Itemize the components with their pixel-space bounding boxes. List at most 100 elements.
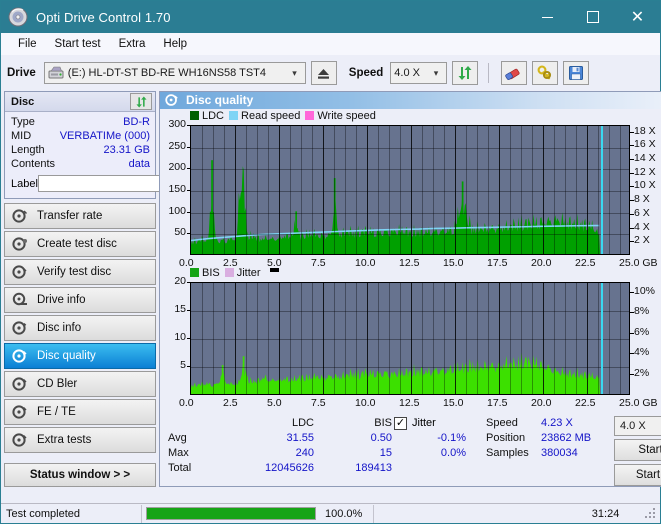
menu-file[interactable]: File xyxy=(9,35,46,53)
sidebar-item-drive-info[interactable]: Drive info xyxy=(4,287,156,313)
sidebar-label: Create test disc xyxy=(37,238,117,250)
samples-key: Samples xyxy=(486,446,541,461)
close-button[interactable]: ✕ xyxy=(615,1,660,33)
menu-help[interactable]: Help xyxy=(154,35,196,53)
chart1-plot-area[interactable] xyxy=(190,125,630,255)
save-button[interactable] xyxy=(563,61,589,85)
window-controls: ✕ xyxy=(525,1,660,33)
y2-axis-tick xyxy=(630,173,634,174)
jitter-value-2: 0.0% xyxy=(394,446,466,461)
y2-axis-tick-label: 16 X xyxy=(634,138,656,150)
stats-right-area: ✓ Jitter -0.1% 0.0% Speed 4.23 X Positio… xyxy=(394,416,661,486)
sidebar-label: Drive info xyxy=(37,294,86,306)
start-full-button[interactable]: Start full xyxy=(614,439,661,461)
info-row-position: Position 23862 MB xyxy=(486,431,614,446)
y2-axis-tick-label: 6% xyxy=(634,326,649,338)
legend-label: Write speed xyxy=(317,110,376,122)
sidebar-item-disc-info[interactable]: Disc info xyxy=(4,315,156,341)
stats-row-avg: Avg 31.55 0.50 xyxy=(168,431,394,446)
drive-icon xyxy=(48,66,64,80)
start-part-button[interactable]: Start part xyxy=(614,464,661,486)
grid-line xyxy=(191,311,629,312)
jitter-label: Jitter xyxy=(412,416,436,431)
y-axis-tick-label: 5 xyxy=(160,359,186,371)
test-speed-select[interactable]: 4.0 X ▾ xyxy=(614,416,661,436)
minimize-button[interactable] xyxy=(525,1,570,33)
legend-swatch xyxy=(225,268,234,277)
menu-extra[interactable]: Extra xyxy=(110,35,155,53)
legend-jitter: Jitter xyxy=(225,267,261,279)
y2-axis-tick-label: 6 X xyxy=(634,207,650,219)
refresh-button[interactable] xyxy=(452,61,478,85)
elapsed-time: 31:24 xyxy=(374,504,624,524)
speed-select[interactable]: 4.0 X ▾ xyxy=(390,62,447,84)
disc-label-caption: Label xyxy=(11,178,38,190)
grid-line xyxy=(191,148,629,149)
grid-line xyxy=(202,283,203,394)
disc-verify-icon xyxy=(12,264,28,280)
y2-axis-tick xyxy=(630,312,634,313)
x-axis-tick-label: 20.0 xyxy=(531,397,551,409)
y2-axis-tick-label: 8% xyxy=(634,305,649,317)
menu-start-test[interactable]: Start test xyxy=(46,35,110,53)
grid-line xyxy=(565,283,566,394)
cd-bler-icon xyxy=(12,376,28,392)
y2-axis-tick xyxy=(630,214,634,215)
speed-value: 4.23 X xyxy=(541,416,573,431)
disc-panel-title: Disc xyxy=(11,96,34,108)
eraser-button[interactable] xyxy=(501,61,527,85)
maximize-button[interactable] xyxy=(570,1,615,33)
grid-line xyxy=(191,367,629,368)
keys-button[interactable] xyxy=(532,61,558,85)
jitter-column: ✓ Jitter -0.1% 0.0% xyxy=(394,416,486,486)
grid-line xyxy=(213,283,214,394)
sidebar: Disc Type BD-R MID VERB xyxy=(4,91,156,487)
sidebar-item-transfer-rate[interactable]: Transfer rate xyxy=(4,203,156,229)
stats-ldc-value: 240 xyxy=(226,446,314,461)
sidebar-item-verify-test-disc[interactable]: Verify test disc xyxy=(4,259,156,285)
disc-row-mid: MID VERBATIMe (000) xyxy=(11,129,150,143)
position-marker-line xyxy=(601,283,603,394)
grid-line xyxy=(290,283,291,394)
legend-swatch xyxy=(190,268,199,277)
sidebar-item-create-test-disc[interactable]: Create test disc xyxy=(4,231,156,257)
sidebar-item-fe-te[interactable]: FE / TE xyxy=(4,399,156,425)
progress-bar xyxy=(146,507,316,520)
stats-bis-value: 0.50 xyxy=(314,431,392,446)
sidebar-item-cd-bler[interactable]: CD Bler xyxy=(4,371,156,397)
chart2-plot-area[interactable] xyxy=(190,282,630,395)
y2-axis-tick xyxy=(630,186,634,187)
eject-button[interactable] xyxy=(311,61,337,85)
jitter-checkbox[interactable]: ✓ xyxy=(394,417,407,430)
stats-bis-value: 15 xyxy=(314,446,392,461)
disc-refresh-button[interactable] xyxy=(130,93,152,110)
resize-grip[interactable] xyxy=(644,507,658,521)
legend-ldc: LDC xyxy=(190,110,224,122)
legend-swatch xyxy=(305,111,314,120)
disc-length-label: Length xyxy=(11,143,45,157)
grid-line xyxy=(378,283,379,394)
app-disc-icon xyxy=(8,7,28,27)
sidebar-item-extra-tests[interactable]: Extra tests xyxy=(4,427,156,453)
stats-col-bis: BIS xyxy=(314,416,392,431)
sidebar-item-disc-quality[interactable]: Disc quality xyxy=(4,343,156,369)
grid-line xyxy=(532,283,533,394)
position-value: 23862 MB xyxy=(541,431,591,446)
jitter-value-1: -0.1% xyxy=(394,431,466,446)
legend-label: LDC xyxy=(202,110,224,122)
main-panel: Disc quality LDC Read speed Write speed xyxy=(159,91,661,487)
status-window-button[interactable]: Status window > > xyxy=(4,463,156,487)
y2-axis-tick xyxy=(630,159,634,160)
y-axis-tick-label: 50 xyxy=(160,226,186,238)
speed-key: Speed xyxy=(486,416,541,431)
y2-axis-tick-label: 8 X xyxy=(634,193,650,205)
disc-row-length: Length 23.31 GB xyxy=(11,143,150,157)
stats-bis-value: 189413 xyxy=(314,461,392,476)
legend-bis: BIS xyxy=(190,267,220,279)
x-axis-tick-label: 10.0 xyxy=(355,397,375,409)
drive-select[interactable]: (E:) HL-DT-ST BD-RE WH16NS58 TST4 ▾ xyxy=(44,62,306,84)
window-title: Opti Drive Control 1.70 xyxy=(36,10,171,25)
y2-axis-tick-label: 12 X xyxy=(634,166,656,178)
grid-line xyxy=(334,283,335,394)
chevron-down-icon: ▾ xyxy=(288,68,303,79)
